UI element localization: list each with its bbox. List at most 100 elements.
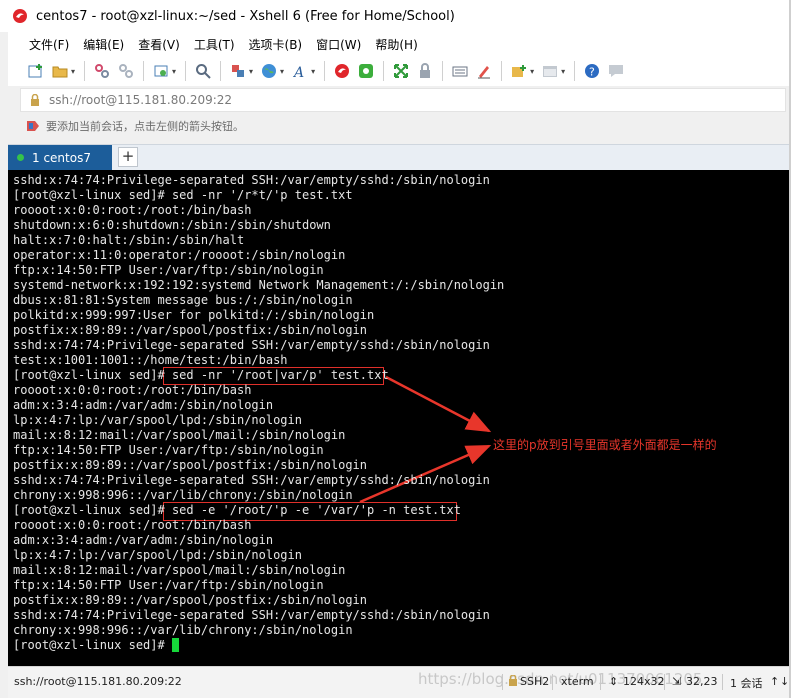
terminal-line: sshd:x:74:74:Privilege-separated SSH:/va… xyxy=(13,173,490,187)
menu-bar: 文件(F) 编辑(E) 查看(V) 工具(T) 选项卡(B) 窗口(W) 帮助(… xyxy=(0,32,791,56)
lock-icon xyxy=(31,94,39,106)
find-icon[interactable] xyxy=(194,62,212,80)
terminal-line: [root@xzl-linux sed]# xyxy=(13,638,179,653)
chevron-down-icon[interactable]: ▾ xyxy=(561,67,565,76)
xshell-app-icon xyxy=(13,9,27,23)
menu-window[interactable]: 窗口(W) xyxy=(309,36,368,53)
terminal-cursor xyxy=(171,638,179,652)
new-tab-button[interactable]: + xyxy=(118,147,138,167)
help-icon[interactable]: ? xyxy=(583,62,601,80)
terminal-line: polkitd:x:999:997:User for polkitd:/:/sb… xyxy=(13,308,375,322)
status-address: ssh://root@115.181.80.209:22 xyxy=(14,675,182,688)
toolbar-divider xyxy=(501,61,503,81)
chevron-down-icon[interactable]: ▾ xyxy=(71,67,75,76)
status-bar: https://blog.csdn.net/u011370061205 ssh:… xyxy=(8,666,791,698)
arrow-upper xyxy=(385,375,492,433)
menu-edit[interactable]: 编辑(E) xyxy=(76,36,131,53)
terminal-line: ftp:x:14:50:FTP User:/var/ftp:/sbin/nolo… xyxy=(13,443,324,457)
resize-icon: ⇕ xyxy=(609,675,619,688)
tab-bar: 1 centos7 + xyxy=(8,144,791,170)
toolbar-divider xyxy=(185,61,187,81)
xshell-icon[interactable] xyxy=(333,62,351,80)
bookmark-icon xyxy=(27,121,39,131)
toolbar-divider xyxy=(84,61,86,81)
toolbar-divider xyxy=(442,61,444,81)
menu-tab[interactable]: 选项卡(B) xyxy=(242,36,310,53)
terminal-line: lp:x:4:7:lp:/var/spool/lpd:/sbin/nologin xyxy=(13,413,302,427)
status-divider xyxy=(600,674,601,690)
globe-icon[interactable] xyxy=(260,62,278,80)
toolbar-divider xyxy=(143,61,145,81)
terminal-line: roooot:x:0:0:root:/root:/bin/bash xyxy=(13,383,252,397)
chat-icon[interactable] xyxy=(607,62,625,80)
toolbar-divider xyxy=(324,61,326,81)
chevron-down-icon[interactable]: ▾ xyxy=(280,67,284,76)
disconnect-icon[interactable] xyxy=(117,62,135,80)
status-lock-icon xyxy=(508,674,518,689)
tab-centos7[interactable]: 1 centos7 xyxy=(8,145,112,170)
chevron-down-icon[interactable]: ▾ xyxy=(530,67,534,76)
terminal-line: operator:x:11:0:operator:/roooot:/sbin/n… xyxy=(13,248,346,262)
terminal-line: mail:x:8:12:mail:/var/spool/mail:/sbin/n… xyxy=(13,563,346,577)
svg-text:?: ? xyxy=(589,66,595,79)
xshell-window: centos7 - root@xzl-linux:~/sed - Xshell … xyxy=(0,0,791,698)
terminal-line: roooot:x:0:0:root:/root:/bin/bash xyxy=(13,203,252,217)
chevron-down-icon[interactable]: ▾ xyxy=(249,67,253,76)
menu-view[interactable]: 查看(V) xyxy=(131,36,187,53)
menu-file[interactable]: 文件(F) xyxy=(22,36,76,53)
menu-tools[interactable]: 工具(T) xyxy=(187,36,242,53)
chevron-down-icon[interactable]: ▾ xyxy=(172,67,176,76)
menu-help[interactable]: 帮助(H) xyxy=(368,36,424,53)
open-folder-icon[interactable] xyxy=(51,62,69,80)
address-bar[interactable]: ssh://root@115.181.80.209:22 xyxy=(20,88,786,112)
terminal-line: sshd:x:74:74:Privilege-separated SSH:/va… xyxy=(13,473,490,487)
terminal-line: sshd:x:74:74:Privilege-separated SSH:/va… xyxy=(13,608,490,622)
terminal-line: ftp:x:14:50:FTP User:/var/ftp:/sbin/nolo… xyxy=(13,578,324,592)
terminal-line: postfix:x:89:89::/var/spool/postfix:/sbi… xyxy=(13,593,368,607)
status-divider xyxy=(664,674,665,690)
window-left-edge xyxy=(0,32,8,698)
status-position: 32,23 xyxy=(686,675,718,688)
terminal-line: adm:x:3:4:adm:/var/adm:/sbin/nologin xyxy=(13,398,274,412)
terminal-line: adm:x:3:4:adm:/var/adm:/sbin/nologin xyxy=(13,533,274,547)
font-icon[interactable]: A xyxy=(291,62,309,80)
toolbar: ▾ ▾ ▾ ▾ A ▾ ▾ ▾ ? xyxy=(0,56,791,86)
annotation-text: 这里的p放到引号里面或者外面都是一样的 xyxy=(493,438,717,452)
connect-icon[interactable] xyxy=(93,62,111,80)
status-term: xterm xyxy=(561,675,594,688)
properties-icon[interactable] xyxy=(152,62,170,80)
terminal-line: postfix:x:89:89::/var/spool/postfix:/sbi… xyxy=(13,323,368,337)
session-arrow-up-icon[interactable]: ↑ xyxy=(770,675,779,688)
status-divider xyxy=(552,674,553,690)
address-input[interactable]: ssh://root@115.181.80.209:22 xyxy=(49,93,232,107)
toolbar-divider xyxy=(383,61,385,81)
svg-text:A: A xyxy=(292,65,304,79)
lock-icon[interactable] xyxy=(416,62,434,80)
terminal-pane[interactable]: 这里的p放到引号里面或者外面都是一样的 sshd:x:74:74:Privile… xyxy=(8,170,791,666)
terminal-line: sshd:x:74:74:Privilege-separated SSH:/va… xyxy=(13,338,490,352)
session-hint-text: 要添加当前会话，点击左侧的箭头按钮。 xyxy=(46,120,244,133)
toolbar-divider xyxy=(574,61,576,81)
terminal-line: roooot:x:0:0:root:/root:/bin/bash xyxy=(13,518,252,532)
terminal-line: halt:x:7:0:halt:/sbin:/sbin/halt xyxy=(13,233,245,247)
new-session-icon[interactable] xyxy=(27,62,45,80)
keyboard-icon[interactable] xyxy=(451,62,469,80)
fullscreen-icon[interactable] xyxy=(392,62,410,80)
connected-status-icon xyxy=(17,154,24,161)
status-divider xyxy=(722,674,723,690)
session-hint-bar: 要添加当前会话，点击左侧的箭头按钮。 xyxy=(20,114,786,138)
status-divider xyxy=(502,674,503,690)
chevron-down-icon[interactable]: ▾ xyxy=(311,67,315,76)
session-arrow-down-icon[interactable]: ↓ xyxy=(780,675,789,688)
terminal-line: postfix:x:89:89::/var/spool/postfix:/sbi… xyxy=(13,458,368,472)
terminal-line: chrony:x:998:996::/var/lib/chrony:/sbin/… xyxy=(13,623,353,637)
new-tab-icon[interactable] xyxy=(510,62,528,80)
layout-icon[interactable] xyxy=(541,62,559,80)
terminal-line: lp:x:4:7:lp:/var/spool/lpd:/sbin/nologin xyxy=(13,548,302,562)
terminal-line: shutdown:x:6:0:shutdown:/sbin:/sbin/shut… xyxy=(13,218,331,232)
status-sessions: 1 会话 xyxy=(730,677,763,690)
xftp-icon[interactable] xyxy=(357,62,375,80)
highlight-icon[interactable] xyxy=(475,62,493,80)
transfer-icon[interactable] xyxy=(229,62,247,80)
status-protocol: SSH2 xyxy=(520,675,550,688)
